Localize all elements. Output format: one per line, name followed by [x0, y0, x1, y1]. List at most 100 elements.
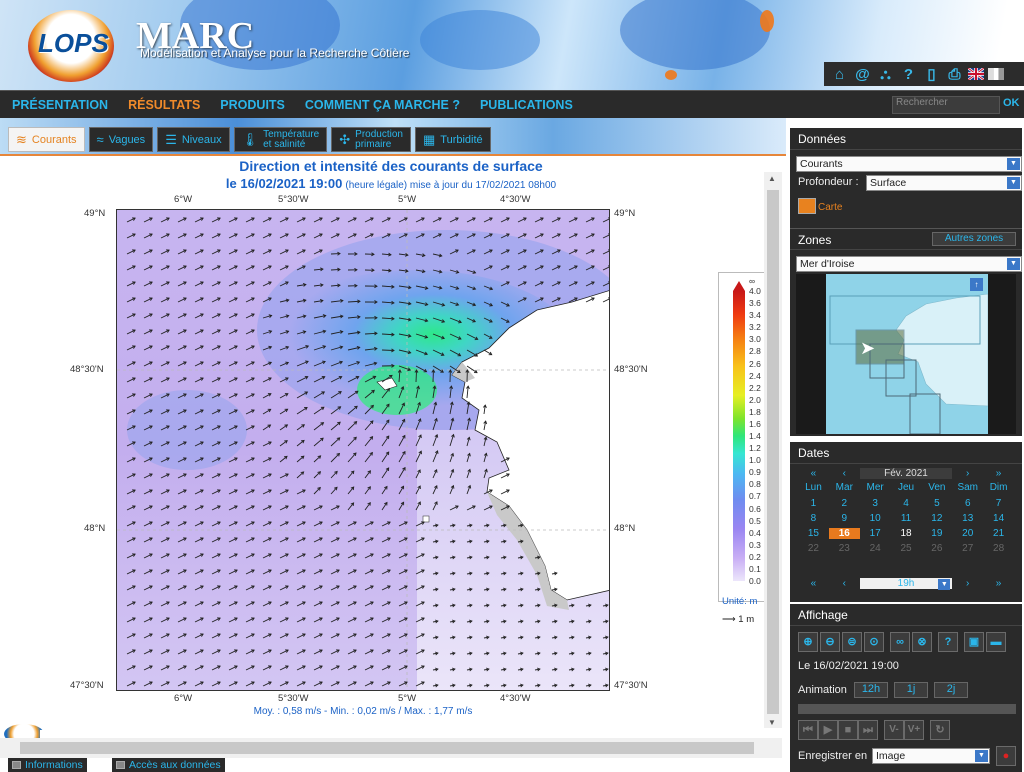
vertical-scrollbar[interactable]: ▲ ▼: [764, 172, 782, 728]
window-icon[interactable]: ▣: [964, 632, 984, 652]
day-cell[interactable]: 17: [860, 528, 891, 539]
nav-comment[interactable]: COMMENT ÇA MARCHE ?: [305, 98, 460, 112]
prev-hour-button[interactable]: ‹: [829, 578, 860, 589]
nav-publications[interactable]: PUBLICATIONS: [480, 98, 573, 112]
anim-12h-button[interactable]: 12h: [854, 682, 888, 698]
scroll-thumb[interactable]: [20, 742, 754, 754]
tab-niveaux[interactable]: ☰ Niveaux: [157, 127, 230, 152]
fullscreen-icon[interactable]: ▬: [986, 632, 1006, 652]
next-day-button[interactable]: »: [983, 578, 1014, 589]
day-cell[interactable]: 11: [891, 513, 922, 524]
turbidity-icon: ▦: [422, 131, 436, 147]
map-link[interactable]: Carte: [818, 202, 842, 213]
day-cell[interactable]: 14: [983, 513, 1014, 524]
help-icon[interactable]: ?: [938, 632, 958, 652]
day-cell[interactable]: 12: [921, 513, 952, 524]
nav-presentation[interactable]: PRÉSENTATION: [12, 98, 108, 112]
day-cell[interactable]: 8: [798, 513, 829, 524]
zoom-out-icon[interactable]: ⊖: [820, 632, 840, 652]
loop-icon[interactable]: ↻: [930, 720, 950, 740]
last-frame-icon[interactable]: ⏭: [858, 720, 878, 740]
zoom-reset-icon[interactable]: ⊙: [864, 632, 884, 652]
print-icon[interactable]: ⎙: [945, 65, 964, 84]
day-cell[interactable]: 3: [860, 498, 891, 509]
chevron-down-icon: ▼: [1007, 258, 1020, 270]
first-frame-icon[interactable]: ⏮: [798, 720, 818, 740]
stop-icon[interactable]: ■: [838, 720, 858, 740]
speed-up-button[interactable]: V+: [904, 720, 924, 740]
day-cell[interactable]: 7: [983, 498, 1014, 509]
play-icon[interactable]: ▶: [818, 720, 838, 740]
zoom-out-icon[interactable]: ↑: [970, 278, 983, 291]
tab-vagues[interactable]: ≈ Vagues: [88, 127, 154, 152]
panel-icon: [116, 761, 125, 769]
flag-fr-icon[interactable]: [988, 68, 1004, 80]
tab-turbidite[interactable]: ▦ Turbidité: [414, 127, 491, 152]
day-cell[interactable]: 5: [921, 498, 952, 509]
mobile-icon[interactable]: ▯: [922, 65, 941, 84]
main-nav: PRÉSENTATION RÉSULTATS PRODUITS COMMENT …: [0, 90, 1024, 118]
day-cell[interactable]: 1: [798, 498, 829, 509]
map-icon[interactable]: [798, 198, 816, 214]
variable-select[interactable]: Courants ▼: [796, 156, 1022, 172]
speed-down-button[interactable]: V-: [884, 720, 904, 740]
nav-produits[interactable]: PRODUITS: [220, 98, 285, 112]
next-hour-button[interactable]: ›: [952, 578, 983, 589]
lon-label: 5°W: [398, 194, 417, 205]
current-map[interactable]: [116, 209, 610, 691]
scroll-thumb[interactable]: [767, 190, 779, 714]
weekday-label: Sam: [957, 482, 978, 493]
day-cell-selected[interactable]: 16: [828, 528, 860, 539]
colorbar-tick: 1.2: [749, 443, 761, 454]
day-cell[interactable]: 2: [829, 498, 860, 509]
record-icon[interactable]: ●: [996, 746, 1016, 766]
prev-month-button[interactable]: ‹: [829, 468, 860, 479]
next-month-button[interactable]: ›: [952, 468, 983, 479]
unlink-icon[interactable]: ⊗: [912, 632, 932, 652]
scroll-down-icon[interactable]: ▼: [768, 718, 776, 727]
zoom-in-icon[interactable]: ⊕: [798, 632, 818, 652]
day-cell[interactable]: 15: [798, 528, 829, 539]
day-cell[interactable]: 4: [891, 498, 922, 509]
day-cell[interactable]: 20: [952, 528, 983, 539]
depth-label: Profondeur :: [798, 176, 859, 188]
anim-1j-button[interactable]: 1j: [894, 682, 928, 698]
other-zones-button[interactable]: Autres zones: [932, 232, 1016, 246]
link-icon[interactable]: ∞: [890, 632, 910, 652]
zone-select[interactable]: Mer d'Iroise ▼: [796, 256, 1022, 272]
day-cell[interactable]: 19: [921, 528, 952, 539]
search-input[interactable]: Rechercher: [892, 96, 1000, 114]
day-cell[interactable]: 18: [891, 528, 922, 539]
zoom-full-icon[interactable]: ⊜: [842, 632, 862, 652]
day-cell[interactable]: 21: [983, 528, 1014, 539]
day-cell[interactable]: 10: [860, 513, 891, 524]
search-ok-button[interactable]: OK: [1003, 97, 1020, 109]
prev-year-button[interactable]: «: [798, 468, 829, 479]
hour-select[interactable]: 19h ▼: [859, 578, 953, 590]
scroll-up-icon[interactable]: ▲: [768, 174, 776, 183]
tab-temperature[interactable]: 🌡 Température et salinité: [233, 127, 328, 152]
save-format-select[interactable]: Image ▼: [872, 748, 990, 764]
header-swirl: [620, 0, 770, 70]
day-cell[interactable]: 6: [952, 498, 983, 509]
depth-select[interactable]: Surface ▼: [866, 175, 1022, 191]
horizontal-scrollbar[interactable]: [0, 738, 782, 758]
day-cell[interactable]: 9: [829, 513, 860, 524]
lon-label: 5°30'W: [278, 194, 309, 205]
zone-minimap[interactable]: ↑ ➤: [796, 274, 1016, 434]
nav-resultats[interactable]: RÉSULTATS: [128, 98, 200, 112]
tab-production[interactable]: ✣ Production primaire: [331, 127, 411, 152]
colorbar-tick: 4.0: [749, 286, 761, 296]
flag-uk-icon[interactable]: [968, 68, 984, 80]
informations-button[interactable]: Informations: [8, 758, 87, 772]
anim-2j-button[interactable]: 2j: [934, 682, 968, 698]
home-icon[interactable]: ⌂: [830, 65, 849, 84]
prev-day-button[interactable]: «: [798, 578, 829, 589]
data-access-button[interactable]: Accès aux données: [112, 758, 225, 772]
tab-courants[interactable]: ≋ Courants: [8, 127, 85, 152]
day-cell[interactable]: 13: [952, 513, 983, 524]
help-icon[interactable]: ?: [899, 65, 918, 84]
next-year-button[interactable]: »: [983, 468, 1014, 479]
sitemap-icon[interactable]: ⛬: [876, 65, 895, 84]
at-icon[interactable]: @: [853, 65, 872, 84]
